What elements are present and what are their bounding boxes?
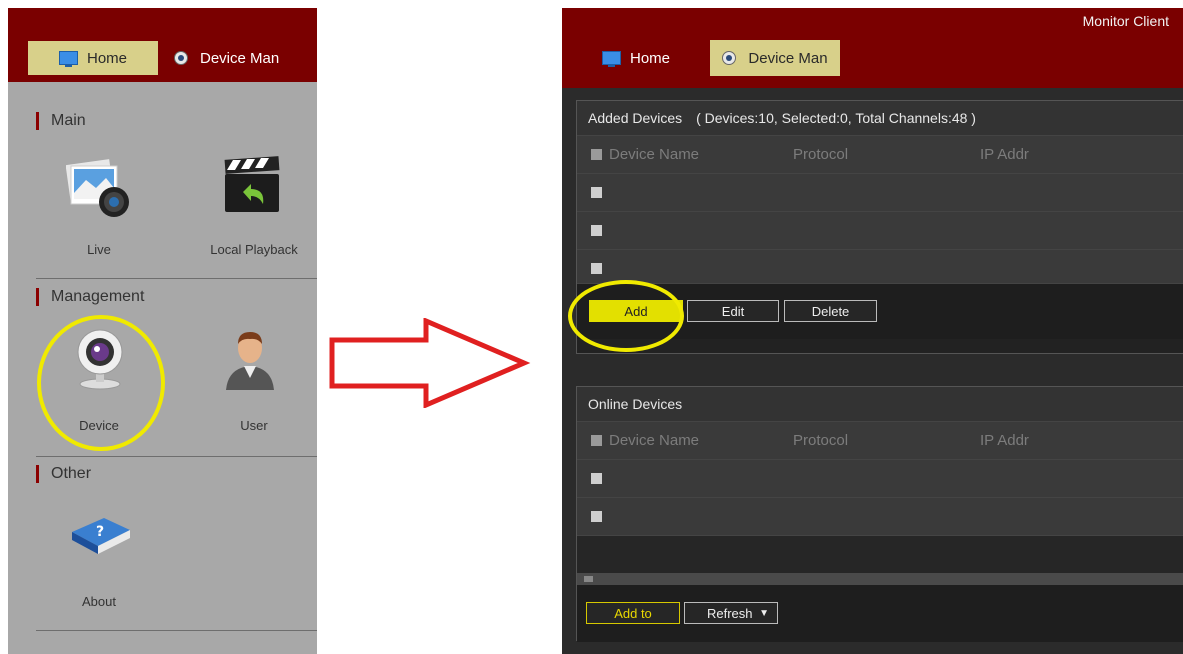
tab-home-label: Home	[86, 49, 127, 67]
column-device-name[interactable]: Device Name	[609, 432, 699, 449]
left-header-bar: Home Device Man	[8, 8, 317, 82]
refresh-dropdown-button[interactable]: Refresh ▼	[684, 602, 778, 624]
edit-button[interactable]: Edit	[687, 300, 779, 322]
added-devices-title: Added Devices	[588, 110, 683, 126]
row-checkbox[interactable]	[591, 473, 602, 484]
divider	[36, 456, 317, 457]
section-main-label: Main	[51, 112, 86, 129]
table-row[interactable]	[577, 498, 1183, 536]
table-row[interactable]	[577, 174, 1183, 212]
table-row[interactable]	[577, 460, 1183, 498]
select-all-checkbox[interactable]	[591, 435, 602, 446]
tab-home[interactable]: Home	[28, 41, 158, 75]
added-devices-header: Added Devices ( Devices:10, Selected:0, …	[577, 101, 1183, 136]
online-devices-panel: Online Devices Device Name Protocol IP A…	[576, 386, 1183, 642]
table-row[interactable]	[577, 212, 1183, 250]
device-manager-window: Monitor Client Home Device Man Added Dev…	[562, 8, 1183, 654]
app-title: Monitor Client	[1082, 13, 1169, 29]
online-devices-toolbar: Add to Refresh ▼	[577, 585, 1183, 642]
dropdown-caret-icon[interactable]: ▼	[759, 603, 769, 625]
tab-home-label: Home	[630, 49, 671, 67]
about-label[interactable]: About	[39, 594, 159, 609]
online-devices-title: Online Devices	[588, 396, 683, 412]
section-management: Management	[36, 288, 144, 306]
section-main: Main	[36, 112, 86, 130]
add-to-button[interactable]: Add to	[586, 602, 680, 624]
monitor-icon	[602, 51, 621, 67]
online-devices-header: Online Devices	[577, 387, 1183, 422]
select-all-checkbox[interactable]	[591, 149, 602, 160]
tab-device-man-label: Device Man	[200, 49, 280, 67]
empty-list-area	[577, 536, 1183, 573]
local-playback-clapper-icon[interactable]	[221, 154, 285, 218]
right-arrow-icon	[329, 318, 531, 408]
column-protocol[interactable]: Protocol	[793, 432, 848, 449]
table-header-row: Device Name Protocol IP Addr	[577, 136, 1183, 174]
divider	[36, 278, 317, 279]
refresh-label: Refresh	[707, 606, 753, 621]
webcam-icon	[174, 51, 188, 65]
section-other: Other	[36, 465, 91, 483]
live-label[interactable]: Live	[39, 242, 159, 257]
section-management-label: Management	[51, 288, 145, 305]
right-header-bar: Monitor Client Home Device Man	[562, 8, 1183, 88]
table-header-row: Device Name Protocol IP Addr	[577, 422, 1183, 460]
home-panel: Home Device Man Main Live Local Playback…	[8, 8, 317, 654]
table-row[interactable]	[577, 250, 1183, 284]
local-playback-label[interactable]: Local Playback	[194, 242, 314, 257]
added-devices-info: ( Devices:10, Selected:0, Total Channels…	[696, 110, 976, 126]
tab-device-man[interactable]: Device Man	[168, 41, 308, 75]
column-ip-addr[interactable]: IP Addr	[980, 432, 1029, 449]
row-checkbox[interactable]	[591, 511, 602, 522]
live-photo-camera-icon[interactable]	[65, 158, 130, 222]
monitor-icon	[58, 51, 78, 67]
user-person-icon[interactable]	[222, 328, 286, 392]
row-checkbox[interactable]	[591, 225, 602, 236]
divider	[36, 630, 317, 631]
column-protocol[interactable]: Protocol	[793, 146, 848, 163]
delete-button[interactable]: Delete	[784, 300, 877, 322]
scrollbar-thumb[interactable]	[584, 576, 593, 582]
column-device-name[interactable]: Device Name	[609, 146, 699, 163]
section-other-label: Other	[51, 465, 92, 482]
webcam-icon	[722, 51, 737, 65]
svg-text:?: ?	[96, 524, 104, 540]
horizontal-scrollbar[interactable]	[577, 573, 1183, 585]
user-label[interactable]: User	[194, 418, 314, 433]
about-help-book-icon[interactable]: ?	[68, 508, 132, 572]
tab-device-man-label: Device Man	[748, 49, 828, 67]
row-checkbox[interactable]	[591, 187, 602, 198]
column-ip-addr[interactable]: IP Addr	[980, 146, 1029, 163]
device-highlight-circle	[37, 315, 165, 451]
add-highlight-circle	[568, 280, 684, 352]
tab-device-man[interactable]: Device Man	[710, 40, 840, 76]
tab-home[interactable]: Home	[602, 40, 670, 76]
row-checkbox[interactable]	[591, 263, 602, 274]
